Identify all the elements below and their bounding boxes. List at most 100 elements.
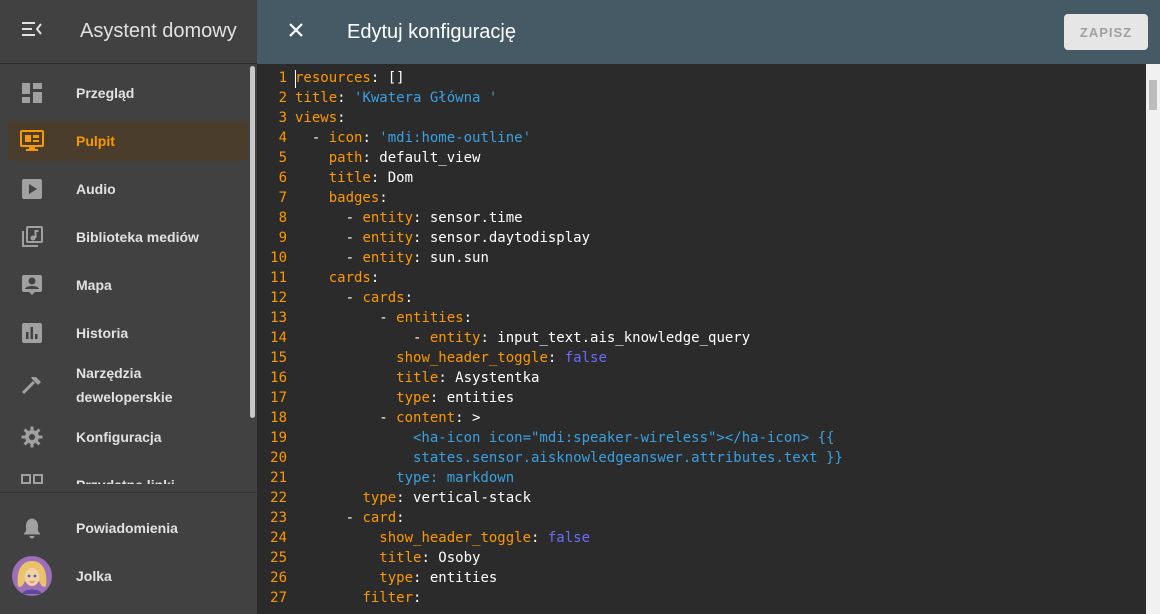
code-token: : [337,90,355,106]
line-number-gutter: 1 2 3 4 5 6 7 8 9 10 11 12 13 14 15 16 17 18 19 20 21 22 23 24 2… [257,68,293,608]
code-token: 'mdi:home-outline' [379,130,532,146]
code-token: - [295,250,363,266]
code-token: false [547,530,591,546]
line-number: 25 [270,550,287,566]
account-box-icon [8,274,56,296]
code-token: show_header_toggle [396,350,548,366]
sidebar-item-label: Biblioteka mediów [76,229,199,245]
sidebar-scrollbar[interactable] [250,66,255,418]
code-token: card [362,510,397,526]
editor-scrollbar[interactable] [1146,64,1160,614]
sidebar-item-label: Pulpit [76,133,115,149]
code-token: states.sensor.aisknowledgeanswer.attribu… [295,450,843,466]
code-token: : sensor.time [413,210,523,226]
code-token: type [396,390,430,406]
sidebar-item-przeglad[interactable]: Przegląd [8,73,248,113]
menu-toggle-button[interactable] [0,0,64,64]
code-token: : Osoby [421,550,481,566]
code-line: type: entities [295,388,1145,408]
code-token: : Asystentka [438,370,540,386]
code-token: false [564,350,607,366]
code-line: title: Dom [295,168,1145,188]
code-line: - cards: [295,288,1145,308]
code-token: show_header_toggle [379,530,532,546]
code-token: : input_text.ais_knowledge_query [480,330,751,346]
sidebar-item-konfiguracja[interactable]: Konfiguracja [8,417,248,457]
editor-scrollbar-thumb[interactable] [1149,80,1157,110]
code-token: : [531,530,548,546]
editor-toolbar: Edytuj konfigurację ZAPISZ [257,0,1160,64]
code-line: title: 'Kwatera Główna ' [295,88,1145,108]
sidebar-item-audio[interactable]: Audio [8,169,248,209]
line-number: 2 [278,90,287,106]
line-number: 10 [270,250,287,266]
sidebar-item-historia[interactable]: Historia [8,313,248,353]
line-number: 5 [278,150,287,166]
close-button[interactable] [284,20,308,44]
line-number: 7 [278,190,287,206]
code-line: - entity: sensor.daytodisplay [295,228,1145,248]
code-token: : sensor.daytodisplay [413,230,591,246]
line-number: 15 [270,350,287,366]
code-token: : [547,350,565,366]
code-line: title: Osoby [295,548,1145,568]
yaml-code[interactable]: resources: [] title: 'Kwatera Główna ' vie… [295,68,1145,608]
sidebar-item-powiadomienia[interactable]: Powiadomienia [8,508,248,548]
code-token: - [295,290,363,306]
sidebar-item-label: Historia [76,325,129,341]
code-editor[interactable]: 1 2 3 4 5 6 7 8 9 10 11 12 13 14 15 16 17 18 19 20 21 22 23 24 2… [257,64,1160,614]
link-icon [8,474,56,484]
code-token: title [379,550,422,566]
code-token: : > [455,410,481,426]
text-cursor [295,70,296,88]
menu-open-icon [21,20,43,43]
code-token: : vertical-stack [396,490,532,506]
line-number: 8 [278,210,287,226]
play-box-icon [8,178,56,200]
sidebar-item-narzedzia[interactable]: Narzędzia deweloperskie [8,361,248,409]
app-title: Asystent domowy [80,20,237,42]
code-token: path [328,150,363,166]
code-token: - [295,230,363,246]
code-token: : [362,130,380,146]
sidebar-item-label: Przydatne linki [76,473,175,484]
code-token: : default_view [362,150,481,166]
sidebar-item-pulpit[interactable]: Pulpit [8,121,248,161]
code-line: states.sensor.aisknowledgeanswer.attribu… [295,448,1145,468]
code-token: title [295,90,338,106]
line-number: 4 [278,130,287,146]
chart-box-icon [8,322,56,344]
sidebar-item-user[interactable]: Jolka [8,556,248,596]
monitor-dashboard-icon [8,130,56,152]
sidebar-divider [0,492,257,493]
save-button[interactable]: ZAPISZ [1064,14,1148,50]
line-number: 9 [278,230,287,246]
line-number: 22 [270,490,287,506]
line-number: 19 [270,430,287,446]
code-token: : [] [370,70,405,86]
line-number: 13 [270,310,287,326]
sidebar-item-przydatne-linki[interactable]: Przydatne linki [8,465,248,484]
code-token: entity [362,230,414,246]
code-token: : [413,590,422,606]
line-number: 26 [270,570,287,586]
line-number: 23 [270,510,287,526]
line-number: 11 [270,270,287,286]
code-line: views: [295,108,1145,128]
sidebar-item-biblioteka[interactable]: Biblioteka mediów [8,217,248,257]
code-line: <ha-icon icon="mdi:speaker-wireless"></h… [295,428,1145,448]
code-line: - icon: 'mdi:home-outline' [295,128,1145,148]
code-line: - entities: [295,308,1145,328]
code-line: - content: > [295,408,1145,428]
code-token: - [295,210,363,226]
sidebar-item-mapa[interactable]: Mapa [8,265,248,305]
code-line: - entity: sensor.time [295,208,1145,228]
sidebar-item-label-line1: Narzędzia [76,365,142,381]
code-line: type: markdown [295,468,1145,488]
code-line: type: entities [295,568,1145,588]
